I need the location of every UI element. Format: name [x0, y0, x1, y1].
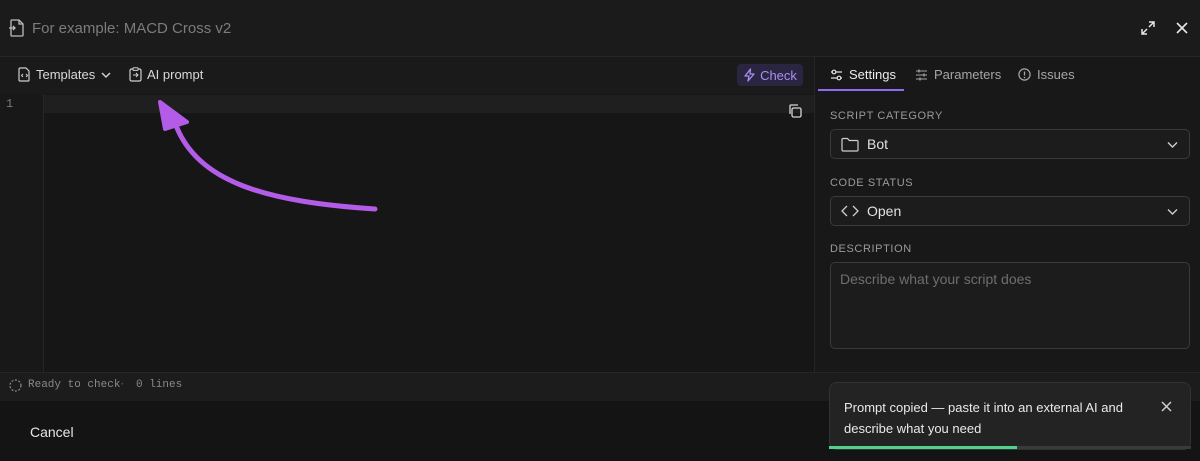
tab-label: Settings — [849, 67, 896, 82]
params-icon — [915, 69, 928, 81]
check-label: Check — [760, 67, 797, 83]
chevron-down-icon — [1166, 138, 1179, 151]
ai-prompt-label: AI prompt — [147, 67, 204, 82]
script-category-label: SCRIPT CATEGORY — [830, 110, 943, 122]
line-count: 0 lines — [136, 379, 183, 391]
code-status-select[interactable]: Open — [830, 196, 1190, 226]
description-textarea[interactable] — [830, 262, 1190, 349]
tab-parameters[interactable]: Parameters — [915, 67, 1001, 82]
expand-icon[interactable] — [1140, 20, 1156, 36]
tab-issues[interactable]: Issues — [1018, 67, 1075, 82]
toast-progress-fill — [829, 446, 1018, 449]
code-status-value: Open — [867, 203, 902, 219]
sliders-icon — [830, 69, 843, 81]
close-icon[interactable] — [1174, 20, 1190, 36]
line-number: 1 — [6, 97, 14, 111]
tab-label: Parameters — [934, 67, 1002, 82]
info-circle-icon — [1018, 68, 1031, 81]
copy-icon[interactable] — [787, 103, 803, 119]
toast-message: Prompt copied — paste it into an externa… — [844, 400, 1123, 436]
script-category-value: Bot — [867, 136, 889, 152]
code-icon — [841, 204, 859, 218]
check-button[interactable]: Check — [737, 64, 803, 86]
status-separator: · — [119, 379, 126, 391]
ai-prompt-button[interactable]: AI prompt — [129, 67, 203, 82]
templates-button[interactable]: Templates — [18, 67, 112, 82]
template-file-icon — [18, 67, 31, 82]
editor-toolbar — [0, 57, 814, 94]
code-editor[interactable] — [0, 94, 814, 372]
description-label: DESCRIPTION — [830, 243, 912, 255]
tab-settings[interactable]: Settings — [830, 67, 896, 82]
loading-spinner-icon — [9, 379, 22, 392]
lightning-icon — [743, 68, 756, 82]
chevron-down-icon — [100, 69, 112, 81]
templates-label: Templates — [36, 67, 96, 82]
folder-icon — [841, 137, 859, 152]
annotation-arrow — [158, 100, 378, 212]
active-tab-indicator — [818, 89, 904, 91]
toast-close-icon[interactable] — [1160, 400, 1173, 413]
script-category-select[interactable]: Bot — [830, 129, 1190, 159]
code-status-label: CODE STATUS — [830, 177, 914, 189]
cancel-button[interactable]: Cancel — [30, 424, 74, 440]
tab-label: Issues — [1037, 67, 1075, 82]
status-state: Ready to check — [28, 379, 121, 391]
file-icon — [9, 19, 25, 37]
script-name-input[interactable] — [32, 18, 432, 38]
clipboard-icon — [129, 67, 142, 82]
line-gutter — [0, 94, 44, 372]
chevron-down-icon — [1166, 205, 1179, 218]
toast-progress-track — [829, 446, 1191, 449]
